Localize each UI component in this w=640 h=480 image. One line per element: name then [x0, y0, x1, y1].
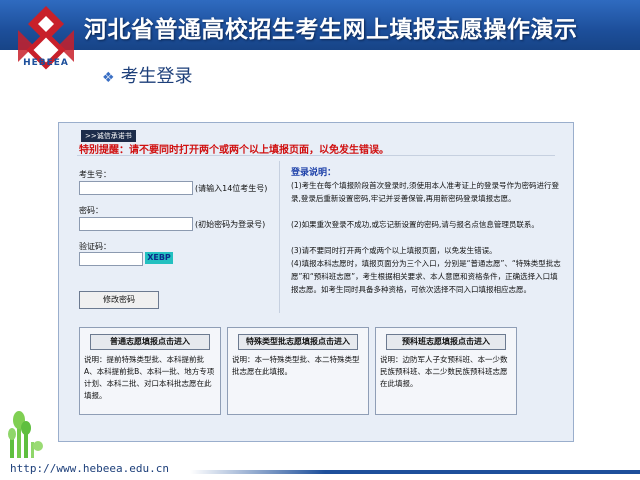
login-instructions-title: 登录说明：: [291, 168, 337, 178]
entry-box-special: 特殊类型批志愿填报点击进入 说明：本一特殊类型批、本二特殊类型批志愿在此填报。: [227, 327, 369, 415]
exam-number-label: 考生号：: [79, 170, 111, 179]
footer-bar: [190, 470, 640, 474]
captcha-image[interactable]: XEBP: [145, 252, 173, 264]
entry-description: 说明：提前特殊类型批、本科提前批A、本科提前批B、本科一批、地方专项计划、本科二…: [84, 355, 215, 400]
password-label: 密码：: [79, 206, 103, 215]
title-banner: 河北省普通高校招生考生网上填报志愿操作演示: [0, 0, 640, 50]
entry-box-preparatory: 预科班志愿填报点击进入 说明：边防军人子女预科班、本一少数民族预科班、本二少数民…: [375, 327, 517, 415]
captcha-label: 验证码：: [79, 242, 111, 251]
entry-description: 说明：本一特殊类型批、本二特殊类型批志愿在此填报。: [232, 355, 360, 376]
special-type-application-button[interactable]: 特殊类型批志愿填报点击进入: [238, 334, 358, 350]
section-heading: ❖ 考生登录: [102, 62, 193, 88]
warning-message: 特别提醒：请不要同时打开两个或两个以上填报页面，以免发生错误。: [79, 145, 389, 156]
entry-box-regular: 普通志愿填报点击进入 说明：提前特殊类型批、本科提前批A、本科提前批B、本科一批…: [79, 327, 221, 415]
divider: [77, 155, 555, 156]
exam-number-input[interactable]: [79, 181, 193, 195]
password-hint: (初始密码为登录号): [195, 220, 266, 229]
login-page-screenshot: >>诚信承诺书 特别提醒：请不要同时打开两个或两个以上填报页面，以免发生错误。 …: [58, 122, 574, 442]
instruction-item: (4)填报本科志愿时，填报页面分为三个入口，分别是“普通志愿”、“特殊类型批志愿…: [291, 259, 561, 294]
instruction-item: (3)请不要同时打开两个或两个以上填报页面，以免发生错误。: [291, 246, 497, 255]
plant-decoration-icon: [8, 411, 43, 458]
regular-application-button[interactable]: 普通志愿填报点击进入: [90, 334, 210, 350]
instruction-item: (1)考生在每个填报阶段首次登录时,须使用本人准考证上的登录号作为密码进行登录,…: [291, 181, 560, 203]
instruction-item: (2)如果重次登录不成功,或忘记新设置的密码,请与报名点信息管理员联系。: [291, 220, 539, 229]
password-input[interactable]: [79, 217, 193, 231]
section-heading-text: 考生登录: [120, 66, 193, 87]
logo-text: HEBEEA: [23, 58, 69, 68]
footer-url: http://www.hebeea.edu.cn: [10, 462, 169, 475]
captcha-input[interactable]: [79, 252, 143, 266]
change-password-button[interactable]: 修改密码: [79, 291, 159, 309]
preparatory-application-button[interactable]: 预科班志愿填报点击进入: [386, 334, 506, 350]
divider: [279, 161, 280, 313]
diamond-bullet-icon: ❖: [102, 70, 115, 86]
page-title: 河北省普通高校招生考生网上填报志愿操作演示: [84, 17, 578, 43]
exam-number-hint: (请输入14位考生号): [195, 184, 268, 193]
entry-description: 说明：边防军人子女预科班、本一少数民族预科班、本二少数民族预科班志愿在此填报。: [380, 355, 508, 388]
